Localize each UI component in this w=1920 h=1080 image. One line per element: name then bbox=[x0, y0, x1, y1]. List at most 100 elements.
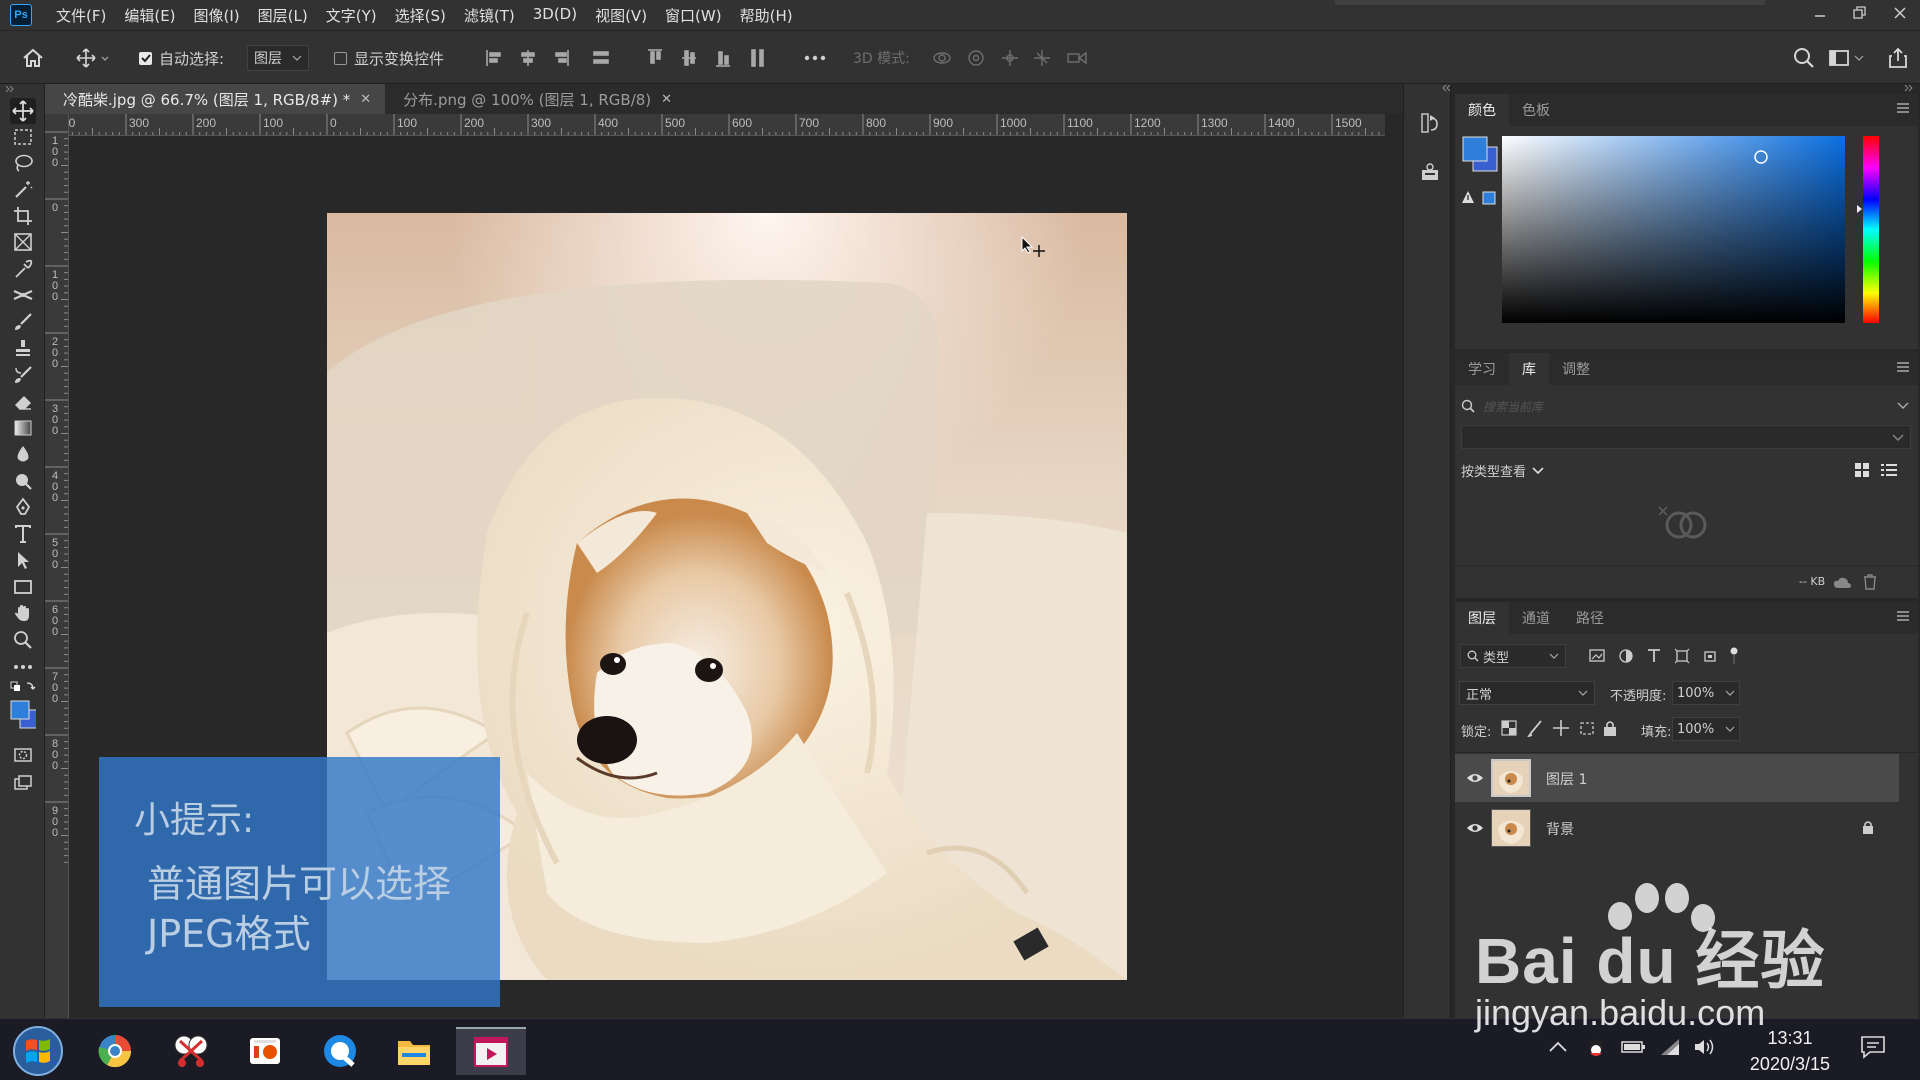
eyedropper-tool[interactable] bbox=[10, 256, 36, 282]
visibility-eye-icon[interactable] bbox=[1466, 822, 1484, 834]
tab-channels[interactable]: 通道 bbox=[1509, 602, 1563, 634]
move-tool[interactable] bbox=[10, 98, 36, 124]
taskbar-app[interactable] bbox=[237, 1027, 293, 1075]
auto-select-target-dropdown[interactable]: 图层 bbox=[247, 45, 309, 71]
cloud-sync-icon[interactable] bbox=[1833, 575, 1855, 591]
hand-tool[interactable] bbox=[10, 600, 36, 626]
menu-select[interactable]: 选择(S) bbox=[395, 5, 446, 26]
menu-filter[interactable]: 滤镜(T) bbox=[464, 5, 515, 26]
tab-paths[interactable]: 路径 bbox=[1563, 602, 1617, 634]
gradient-tool[interactable] bbox=[10, 415, 36, 441]
marquee-tool[interactable] bbox=[10, 124, 36, 150]
panel-expand-icon[interactable] bbox=[1904, 84, 1914, 92]
lock-buttons[interactable] bbox=[1501, 719, 1621, 737]
taskbar-browser[interactable] bbox=[87, 1027, 143, 1075]
library-select-dropdown[interactable] bbox=[1461, 425, 1911, 449]
taskbar-video-player[interactable] bbox=[456, 1027, 526, 1075]
taskbar-qq-browser[interactable] bbox=[312, 1027, 368, 1075]
layer-row-layer1[interactable]: 图层 1 bbox=[1455, 754, 1899, 802]
taskbar-file-explorer[interactable] bbox=[386, 1027, 442, 1075]
color-swatch-pair[interactable] bbox=[1461, 135, 1501, 175]
minimize-button[interactable] bbox=[1800, 0, 1840, 26]
menu-view[interactable]: 视图(V) bbox=[595, 5, 647, 26]
tab-close-icon[interactable]: ✕ bbox=[360, 92, 371, 107]
tab-color[interactable]: 颜色 bbox=[1455, 94, 1509, 126]
layer-row-background[interactable]: 背景 bbox=[1455, 804, 1899, 852]
history-panel-button[interactable] bbox=[1420, 112, 1440, 134]
blend-mode-dropdown[interactable]: 正常 bbox=[1459, 681, 1595, 705]
edit-toolbar-button[interactable] bbox=[10, 654, 36, 680]
eraser-tool[interactable] bbox=[10, 388, 36, 414]
frame-tool[interactable] bbox=[10, 229, 36, 255]
menu-edit[interactable]: 编辑(E) bbox=[124, 5, 175, 26]
menu-file[interactable]: 文件(F) bbox=[56, 5, 106, 26]
menu-window[interactable]: 窗口(W) bbox=[665, 5, 722, 26]
screen-mode-button[interactable] bbox=[10, 770, 36, 796]
panel-collapse-icon[interactable] bbox=[1441, 84, 1451, 92]
lasso-tool[interactable] bbox=[10, 150, 36, 176]
trash-icon[interactable] bbox=[1863, 574, 1877, 590]
zoom-tool[interactable] bbox=[10, 627, 36, 653]
pen-tool[interactable] bbox=[10, 494, 36, 520]
grid-view-button[interactable] bbox=[1855, 463, 1869, 477]
tray-network[interactable] bbox=[1659, 1037, 1681, 1057]
layer-filter-buttons[interactable] bbox=[1589, 647, 1739, 665]
brush-tool[interactable] bbox=[10, 309, 36, 335]
tab-document-2[interactable]: 分布.png @ 100% (图层 1, RGB/8) ✕ bbox=[385, 84, 686, 114]
move-tool-preset[interactable] bbox=[76, 31, 110, 85]
vertical-ruler[interactable]: 1 0 0 0 1 0 0 2 0 0 3 0 0 4 0 0 5 0 0 6 0 0 7 0 … bbox=[45, 114, 69, 1018]
tab-adjustments[interactable]: 调整 bbox=[1549, 353, 1603, 385]
layer-filter-dropdown[interactable]: 类型 bbox=[1460, 644, 1566, 668]
search-button[interactable] bbox=[1793, 31, 1815, 85]
fill-input[interactable]: 100% bbox=[1672, 717, 1740, 741]
start-button[interactable] bbox=[8, 1023, 68, 1079]
library-search[interactable]: 搜索当前库 bbox=[1461, 393, 1911, 419]
blur-tool[interactable] bbox=[10, 441, 36, 467]
properties-panel-button[interactable] bbox=[1420, 162, 1440, 182]
taskbar-snipping[interactable] bbox=[163, 1027, 219, 1075]
magic-wand-tool[interactable] bbox=[10, 176, 36, 202]
tab-libraries[interactable]: 库 bbox=[1509, 353, 1549, 385]
path-selection-tool[interactable] bbox=[10, 547, 36, 573]
opacity-input[interactable]: 100% bbox=[1672, 681, 1740, 705]
rectangle-tool[interactable] bbox=[10, 574, 36, 600]
healing-tool[interactable] bbox=[10, 282, 36, 308]
menu-image[interactable]: 图像(I) bbox=[194, 5, 240, 26]
tab-document-1[interactable]: 冷酷柴.jpg @ 66.7% (图层 1, RGB/8#) * ✕ bbox=[45, 84, 386, 114]
tab-close-icon[interactable]: ✕ bbox=[661, 92, 672, 107]
menu-layer[interactable]: 图层(L) bbox=[258, 5, 308, 26]
horizontal-ruler[interactable]: 3030020010001002003004005006007008009001… bbox=[69, 114, 1385, 136]
list-view-button[interactable] bbox=[1881, 463, 1897, 477]
tab-learn[interactable]: 学习 bbox=[1455, 353, 1509, 385]
panel-menu-icon[interactable] bbox=[1896, 610, 1910, 622]
panel-menu-icon[interactable] bbox=[1896, 361, 1910, 373]
quick-mask-button[interactable] bbox=[10, 742, 36, 768]
view-by-type-dropdown[interactable]: 按类型查看 bbox=[1461, 461, 1544, 480]
color-swatches[interactable] bbox=[10, 700, 36, 730]
menu-3d[interactable]: 3D(D) bbox=[533, 5, 577, 26]
workspace-button[interactable] bbox=[1829, 31, 1865, 85]
default-colors-button[interactable] bbox=[10, 680, 36, 696]
tray-qq[interactable] bbox=[1585, 1037, 1607, 1059]
history-brush-tool[interactable] bbox=[10, 362, 36, 388]
tray-battery[interactable] bbox=[1621, 1039, 1647, 1055]
share-button[interactable] bbox=[1888, 31, 1908, 85]
crop-tool[interactable] bbox=[10, 203, 36, 229]
dodge-tool[interactable] bbox=[10, 468, 36, 494]
visibility-eye-icon[interactable] bbox=[1466, 772, 1484, 784]
show-transform-checkbox[interactable]: 显示变换控件 bbox=[334, 31, 444, 85]
auto-select-checkbox[interactable]: 自动选择: bbox=[139, 31, 224, 85]
more-options-button[interactable] bbox=[804, 31, 826, 85]
close-button[interactable] bbox=[1880, 0, 1920, 26]
panel-menu-icon[interactable] bbox=[1896, 102, 1910, 114]
restore-button[interactable] bbox=[1840, 0, 1880, 26]
tray-volume[interactable] bbox=[1693, 1037, 1717, 1057]
hue-slider[interactable] bbox=[1857, 136, 1879, 323]
clone-stamp-tool[interactable] bbox=[10, 335, 36, 361]
tab-layers[interactable]: 图层 bbox=[1455, 602, 1509, 634]
action-center-button[interactable] bbox=[1860, 1035, 1886, 1059]
tray-expand-button[interactable] bbox=[1548, 1041, 1568, 1053]
type-tool[interactable] bbox=[10, 521, 36, 547]
color-field[interactable] bbox=[1502, 136, 1845, 323]
menu-type[interactable]: 文字(Y) bbox=[326, 5, 377, 26]
